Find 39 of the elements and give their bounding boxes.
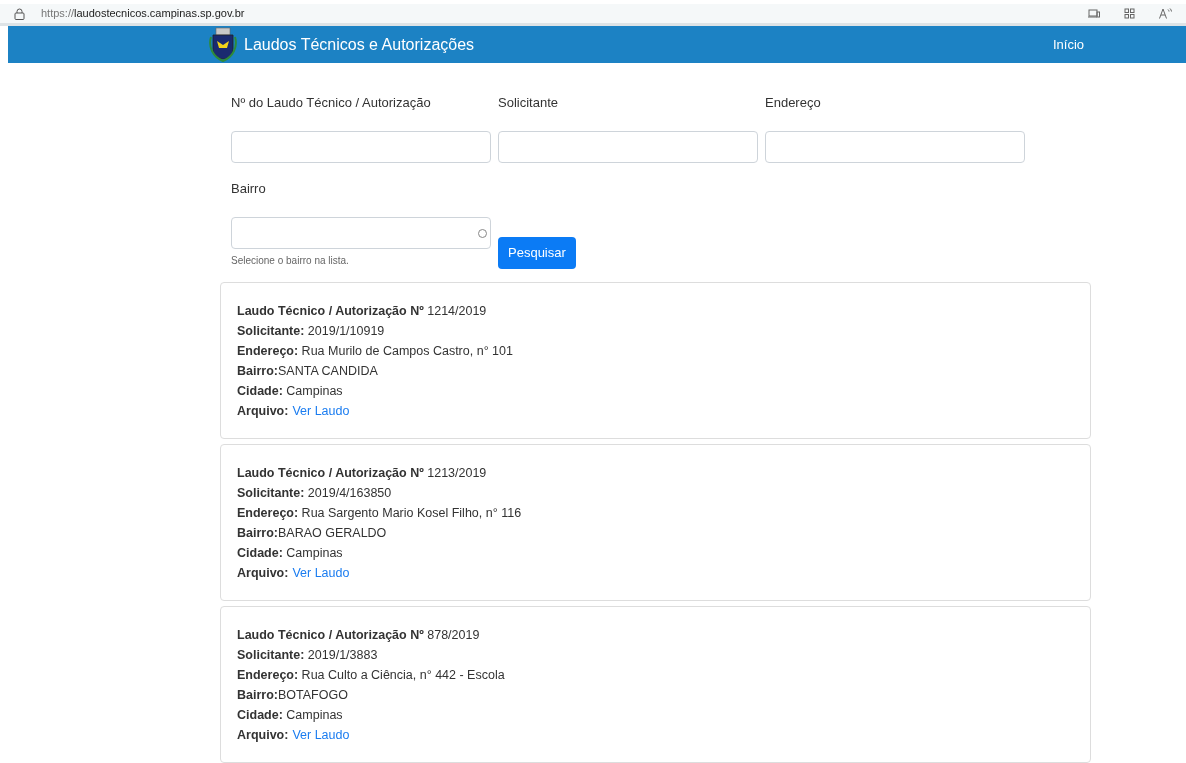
result-line: Solicitante: 2019/4/163850 xyxy=(237,484,392,502)
view-report-link[interactable]: Ver Laudo xyxy=(292,563,350,583)
result-line: Bairro:BARAO GERALDO xyxy=(237,524,387,542)
result-line: Solicitante: 2019/1/10919 xyxy=(237,322,385,340)
result-line: Arquivo: xyxy=(237,402,289,420)
result-line: Arquivo: xyxy=(237,726,289,744)
site-title[interactable]: Laudos Técnicos e Autorizações xyxy=(244,32,475,57)
result-line: Bairro:BOTAFOGO xyxy=(237,686,348,704)
nav-link[interactable]: Início xyxy=(1052,34,1084,55)
input-field[interactable] xyxy=(765,131,1025,163)
field-label: Endereço xyxy=(765,94,822,112)
field-label: Bairro xyxy=(231,180,267,198)
result-line: Solicitante: 2019/1/3883 xyxy=(237,646,378,664)
result-line: Endereço: Rua Murilo de Campos Castro, n° 101 xyxy=(237,342,513,360)
read-aloud-icon[interactable] xyxy=(1159,8,1172,20)
search-button[interactable]: Pesquisar xyxy=(498,237,576,269)
view-report-link[interactable]: Ver Laudo xyxy=(292,725,350,745)
view-report-link[interactable]: Ver Laudo xyxy=(292,401,350,421)
result-line: Laudo Técnico / Autorização Nº 1213/2019 xyxy=(237,464,487,482)
lock-icon xyxy=(14,7,25,20)
help-text: Selecione o bairro na lista. xyxy=(231,254,350,268)
result-line: Cidade: Campinas xyxy=(237,544,343,562)
result-line: Endereço: Rua Culto a Ciência, n° 442 - Escola xyxy=(237,666,505,684)
coat-of-arms-icon xyxy=(208,26,238,63)
grid-icon[interactable] xyxy=(1124,8,1135,20)
result-line: Cidade: Campinas xyxy=(237,382,343,400)
url-text[interactable]: https://laudostecnicos.campinas.sp.gov.br xyxy=(41,5,245,22)
result-line: Bairro:SANTA CANDIDA xyxy=(237,362,378,380)
result-line: Cidade: Campinas xyxy=(237,706,343,724)
input-field[interactable] xyxy=(231,131,491,163)
select-field[interactable] xyxy=(231,217,491,249)
result-line: Arquivo: xyxy=(237,564,289,582)
result-line: Endereço: Rua Sargento Mario Kosel Filho, n° 116 xyxy=(237,504,522,522)
field-label: Nº do Laudo Técnico / Autorização xyxy=(231,94,432,112)
input-field[interactable] xyxy=(498,131,758,163)
field-label: Solicitante xyxy=(498,94,559,112)
result-line: Laudo Técnico / Autorização Nº 878/2019 xyxy=(237,626,480,644)
result-line: Laudo Técnico / Autorização Nº 1214/2019 xyxy=(237,302,487,320)
device-icon[interactable] xyxy=(1088,8,1100,19)
